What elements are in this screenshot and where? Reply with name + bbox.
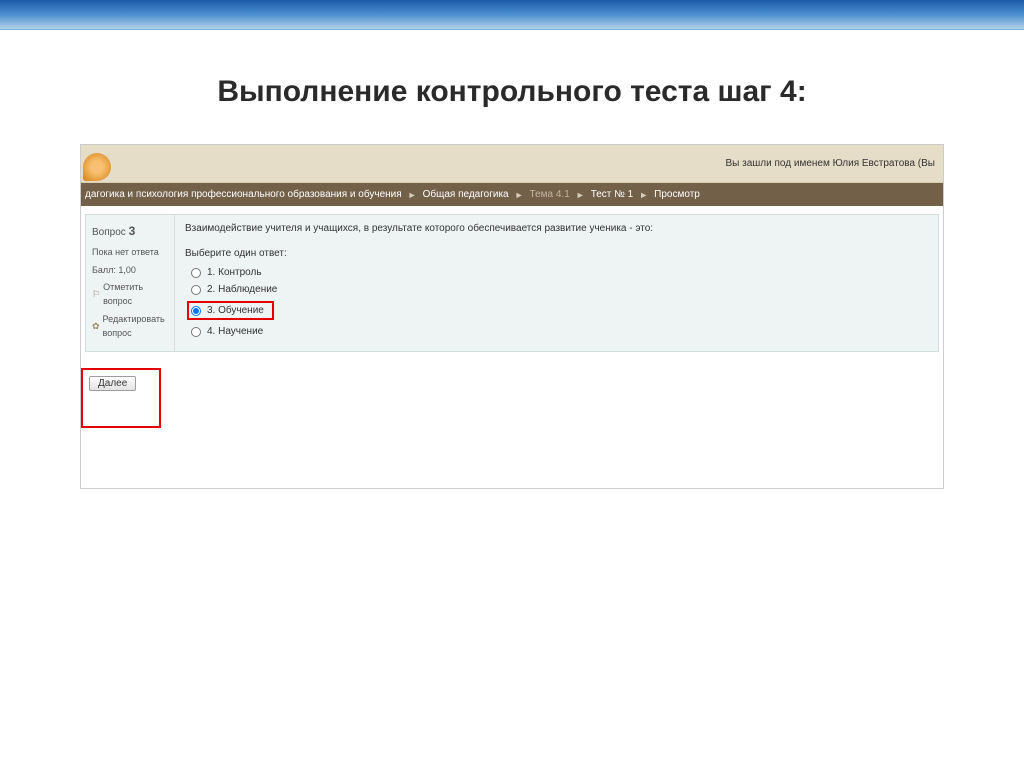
answer-label: 2. Наблюдение — [207, 284, 277, 295]
flag-icon: ⚐ — [92, 287, 100, 301]
breadcrumb-item[interactable]: Тема 4.1 — [530, 189, 570, 200]
question-main: Взаимодействие учителя и учащихся, в рез… — [175, 214, 939, 352]
login-info-text: Вы зашли под именем Юлия Евстратова (Вы — [725, 158, 935, 169]
question-score: Балл: 1,00 — [92, 263, 168, 277]
selected-answer-highlight: 3. Обучение — [187, 301, 274, 320]
answer-radio[interactable] — [191, 268, 201, 278]
flag-question-link[interactable]: ⚐ Отметить вопрос — [92, 280, 168, 309]
slide-title: Выполнение контрольного теста шаг 4: — [0, 75, 1024, 109]
breadcrumb-sep-icon: ► — [408, 190, 417, 200]
breadcrumb-sep-icon: ► — [576, 190, 585, 200]
answer-list: 1. Контроль 2. Наблюдение 3. Обучение 4.… — [185, 267, 928, 337]
breadcrumb-sep-icon: ► — [515, 190, 524, 200]
next-button[interactable]: Далее — [89, 376, 136, 391]
answer-option[interactable]: 3. Обучение — [191, 305, 264, 316]
app-header: Вы зашли под именем Юлия Евстратова (Вы — [81, 145, 943, 183]
answer-option[interactable]: 4. Научение — [191, 326, 928, 337]
breadcrumb-sep-icon: ► — [639, 190, 648, 200]
question-status: Пока нет ответа — [92, 245, 168, 259]
breadcrumb-item[interactable]: Тест № 1 — [591, 189, 634, 200]
answer-option[interactable]: 2. Наблюдение — [191, 284, 928, 295]
answer-option[interactable]: 1. Контроль — [191, 267, 928, 278]
answer-radio[interactable] — [191, 285, 201, 295]
breadcrumb-item[interactable]: Общая педагогика — [423, 189, 509, 200]
question-text: Взаимодействие учителя и учащихся, в рез… — [185, 223, 928, 234]
question-block: Вопрос 3 Пока нет ответа Балл: 1,00 ⚐ От… — [81, 206, 943, 352]
edit-question-link[interactable]: ✿ Редактировать вопрос — [92, 312, 168, 341]
embedded-screenshot: Вы зашли под именем Юлия Евстратова (Вы … — [80, 144, 944, 489]
breadcrumb-item[interactable]: Просмотр — [654, 189, 700, 200]
answer-radio[interactable] — [191, 327, 201, 337]
answer-label: 1. Контроль — [207, 267, 262, 278]
question-instruction: Выберите один ответ: — [185, 248, 928, 259]
breadcrumb-item[interactable]: дагогика и психология профессионального … — [85, 189, 402, 200]
next-button-highlight: Далее — [81, 368, 161, 428]
answer-label: 4. Научение — [207, 326, 263, 337]
gear-icon: ✿ — [92, 319, 100, 333]
app-logo — [83, 153, 111, 181]
answer-radio[interactable] — [191, 306, 201, 316]
slide-top-gradient — [0, 0, 1024, 30]
question-number-label: Вопрос 3 — [92, 222, 168, 241]
breadcrumb: дагогика и психология профессионального … — [81, 183, 943, 206]
question-sidebar: Вопрос 3 Пока нет ответа Балл: 1,00 ⚐ От… — [85, 214, 175, 352]
nav-region: Далее — [81, 352, 943, 428]
answer-label: 3. Обучение — [207, 305, 264, 316]
